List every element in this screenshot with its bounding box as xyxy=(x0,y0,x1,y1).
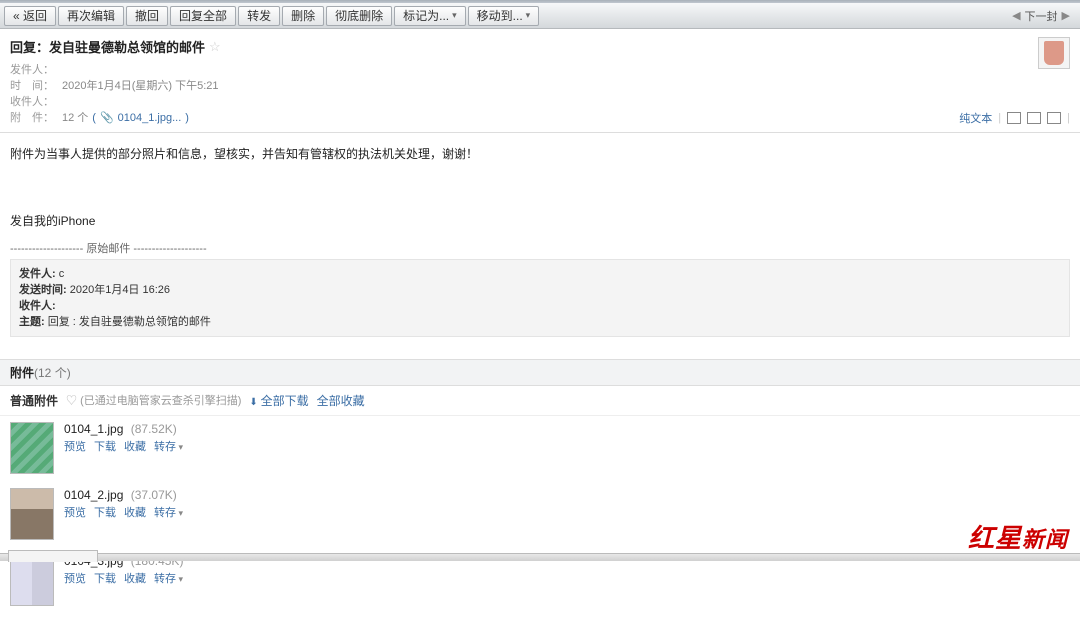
attachment-count: 12 个 xyxy=(62,110,88,126)
original-divider: -------------------- 原始邮件 --------------… xyxy=(10,241,1070,259)
export-icon[interactable] xyxy=(1047,112,1061,124)
download-link[interactable]: 下载 xyxy=(94,570,116,586)
attachment-item: 0104_2.jpg (37.07K) 预览 下载 收藏 转存 xyxy=(10,488,1070,540)
attachment-first-link[interactable]: 0104_1.jpg... xyxy=(118,110,182,126)
body-signature: 发自我的iPhone xyxy=(10,212,1070,231)
preview-link[interactable]: 预览 xyxy=(64,438,86,454)
reedit-button[interactable]: 再次编辑 xyxy=(58,6,124,26)
attachment-name[interactable]: 0104_1.jpg xyxy=(64,422,123,436)
attachment-item: 0104_3.jpg (180.45K) 预览 下载 收藏 转存 xyxy=(10,554,1070,606)
attachments-subheader: 普通附件 (已通过电脑管家云查杀引擎扫描) 全部下载 全部收藏 xyxy=(0,386,1080,416)
attachment-size: (87.52K) xyxy=(131,422,177,436)
scan-text: (已通过电脑管家云查杀引擎扫描) xyxy=(66,392,241,408)
recipient-label: 收件人： xyxy=(10,94,58,110)
attachment-list: 0104_1.jpg (87.52K) 预览 下载 收藏 转存 0104_2.j… xyxy=(0,416,1080,626)
sender-label: 发件人： xyxy=(10,62,58,78)
email-body: 附件为当事人提供的部分照片和信息，望核实，并告知有管辖权的执法机关处理，谢谢！ … xyxy=(0,133,1080,349)
favorite-link[interactable]: 收藏 xyxy=(124,504,146,520)
orig-subject-value: 回复 : 发自驻曼德勒总领馆的邮件 xyxy=(45,316,211,328)
attachments-section: 附件(12 个) 普通附件 (已通过电脑管家云查杀引擎扫描) 全部下载 全部收藏… xyxy=(0,359,1080,626)
watermark: 红星新闻 xyxy=(968,518,1068,555)
move-to-button[interactable]: 移动到... xyxy=(468,6,540,26)
attachment-thumbnail[interactable] xyxy=(10,488,54,540)
orig-subject-label: 主题: xyxy=(19,314,45,330)
favorite-link[interactable]: 收藏 xyxy=(124,570,146,586)
delete-button[interactable]: 删除 xyxy=(282,6,324,26)
time-value: 2020年1月4日(星期六) 下午5:21 xyxy=(62,78,219,94)
next-email-link[interactable]: 下一封 xyxy=(1025,8,1058,24)
paperclip-icon: 📎 xyxy=(100,110,114,126)
attachments-header: 附件(12 个) xyxy=(0,359,1080,386)
favorite-all-link[interactable]: 全部收藏 xyxy=(317,392,365,409)
attachment-size: (37.07K) xyxy=(131,488,177,502)
preview-link[interactable]: 预览 xyxy=(64,504,86,520)
original-email-box: 发件人: c 发送时间: 2020年1月4日 16:26 收件人: 主题: 回复… xyxy=(10,259,1070,337)
sender-avatar[interactable] xyxy=(1038,37,1070,69)
attachment-thumbnail[interactable] xyxy=(10,554,54,606)
next-arrow-icon[interactable]: ▶ xyxy=(1062,9,1070,22)
attachment-item: 0104_1.jpg (87.52K) 预览 下载 收藏 转存 xyxy=(10,422,1070,474)
orig-recipient-label: 收件人: xyxy=(19,298,56,314)
toolbar: « 返回再次编辑撤回回复全部转发删除彻底删除标记为...移动到... ◀ 下一封… xyxy=(0,3,1080,29)
download-all-link[interactable]: 全部下载 xyxy=(249,392,308,409)
attachment-label: 附 件： xyxy=(10,110,58,126)
download-link[interactable]: 下载 xyxy=(94,438,116,454)
body-main: 附件为当事人提供的部分照片和信息，望核实，并告知有管辖权的执法机关处理，谢谢！ xyxy=(10,145,1070,164)
attachment-name[interactable]: 0104_2.jpg xyxy=(64,488,123,502)
normal-attachment-label: 普通附件 xyxy=(10,392,58,409)
email-subject: 回复：发自驻曼德勒总领馆的邮件 xyxy=(10,37,205,56)
reply-all-button[interactable]: 回复全部 xyxy=(170,6,236,26)
forward-button[interactable]: 转发 xyxy=(238,6,280,26)
bottom-bar xyxy=(0,553,1080,561)
transfer-link[interactable]: 转存 xyxy=(154,570,183,586)
recall-button[interactable]: 撤回 xyxy=(126,6,168,26)
transfer-link[interactable]: 转存 xyxy=(154,438,183,454)
perm-delete-button[interactable]: 彻底删除 xyxy=(326,6,392,26)
favorite-link[interactable]: 收藏 xyxy=(124,438,146,454)
attachments-title: 附件 xyxy=(10,366,34,380)
time-label: 时 间： xyxy=(10,78,58,94)
window-icon[interactable] xyxy=(1007,112,1021,124)
transfer-link[interactable]: 转存 xyxy=(154,504,183,520)
preview-link[interactable]: 预览 xyxy=(64,570,86,586)
bottom-tab[interactable] xyxy=(8,550,98,562)
plain-text-link[interactable]: 纯文本 xyxy=(959,110,992,126)
orig-sender-label: 发件人: xyxy=(19,266,56,282)
orig-time-label: 发送时间: xyxy=(19,282,67,298)
prev-arrow-icon[interactable]: ◀ xyxy=(1012,9,1020,22)
back-button[interactable]: « 返回 xyxy=(4,6,56,26)
print-icon[interactable] xyxy=(1027,112,1041,124)
attachment-thumbnail[interactable] xyxy=(10,422,54,474)
mark-as-button[interactable]: 标记为... xyxy=(394,6,466,26)
orig-sender-value: c xyxy=(56,268,65,280)
download-link[interactable]: 下载 xyxy=(94,504,116,520)
email-header: 回复：发自驻曼德勒总领馆的邮件 ☆ 发件人： 时 间： 2020年1月4日(星期… xyxy=(0,29,1080,133)
toolbar-nav: ◀ 下一封 ▶ xyxy=(1012,8,1076,24)
attachments-count: (12 个) xyxy=(34,366,71,380)
header-actions: 纯文本 | | xyxy=(959,110,1070,126)
orig-time-value: 2020年1月4日 16:26 xyxy=(67,284,170,296)
star-icon[interactable]: ☆ xyxy=(209,39,221,55)
